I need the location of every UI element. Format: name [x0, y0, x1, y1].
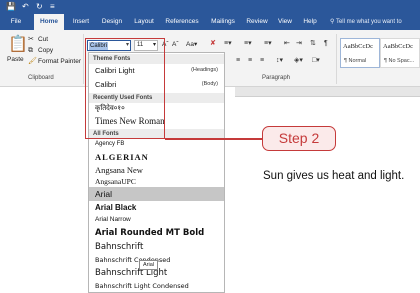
- shrink-font-button[interactable]: Aˇ: [172, 40, 179, 49]
- search-icon: ⚲: [330, 19, 335, 25]
- font-option-bahnschrift-condensed[interactable]: Bahnschrift Condensed: [95, 256, 170, 264]
- format-painter-icon[interactable]: 🖌: [28, 58, 37, 66]
- shading-icon[interactable]: ◈▾: [294, 57, 303, 65]
- font-option-algerian[interactable]: ALGERIAN: [95, 152, 149, 162]
- tab-mailings[interactable]: Mailings: [206, 14, 240, 30]
- font-option-angsana-new[interactable]: Angsana New: [95, 165, 143, 175]
- align-center-icon[interactable]: ≡: [248, 57, 252, 65]
- step-callout: Step 2: [262, 126, 336, 151]
- borders-icon[interactable]: □▾: [312, 57, 320, 65]
- horizontal-ruler: [235, 87, 420, 97]
- paste-button[interactable]: Paste: [7, 55, 24, 64]
- bullets-icon[interactable]: ≡▾: [224, 40, 232, 48]
- align-left-icon[interactable]: ≡: [236, 57, 240, 65]
- tab-file[interactable]: File: [4, 14, 28, 30]
- increase-indent-icon[interactable]: ⇥: [296, 40, 302, 48]
- paste-icon[interactable]: 📋: [8, 37, 28, 53]
- numbering-icon[interactable]: ≡▾: [244, 40, 252, 48]
- style-name: ¶ No Spac...: [384, 58, 415, 64]
- font-option-arial-narrow[interactable]: Arial Narrow: [95, 216, 131, 223]
- font-option-bahnschrift-light-condensed[interactable]: Bahnschrift Light Condensed: [95, 282, 189, 290]
- tell-me-text: Tell me what you want to: [335, 19, 402, 25]
- undo-icon[interactable]: ↶: [22, 2, 29, 12]
- tab-layout[interactable]: Layout: [130, 14, 158, 30]
- cut-button[interactable]: Cut: [38, 35, 48, 44]
- group-divider: [336, 34, 337, 84]
- tab-help[interactable]: Help: [300, 14, 320, 30]
- format-painter-button[interactable]: Format Painter: [38, 57, 81, 66]
- style-preview: AaBbCcDc: [343, 43, 373, 50]
- multilevel-list-icon[interactable]: ≡▾: [264, 40, 272, 48]
- font-option-agency-fb[interactable]: Agency FB: [95, 141, 124, 147]
- decrease-indent-icon[interactable]: ⇤: [284, 40, 290, 48]
- style-normal[interactable]: AaBbCcDc ¶ Normal: [340, 38, 380, 68]
- pilcrow-icon[interactable]: ¶: [324, 40, 328, 48]
- change-case-button[interactable]: Aa▾: [186, 40, 197, 49]
- style-preview: AaBbCcDc: [383, 43, 413, 50]
- font-option-tag: (Body): [201, 81, 218, 87]
- ribbon-tabs: File Home Insert Design Layout Reference…: [0, 14, 420, 30]
- copy-button[interactable]: Copy: [38, 46, 53, 55]
- document-text[interactable]: Sun gives us heat and light.: [263, 170, 404, 182]
- font-option-tag: (Headings): [191, 67, 218, 73]
- font-tooltip: Arial: [139, 260, 159, 270]
- font-option-bahnschrift[interactable]: Bahnschrift: [95, 242, 143, 252]
- clear-formatting-icon[interactable]: ✘: [210, 40, 216, 48]
- redo-icon[interactable]: ↻: [36, 2, 43, 12]
- group-divider: [83, 34, 84, 84]
- tab-design[interactable]: Design: [98, 14, 126, 30]
- tab-insert[interactable]: Insert: [68, 14, 94, 30]
- tab-references[interactable]: References: [162, 14, 202, 30]
- font-option-arial-rounded-mt-bold[interactable]: Arial Rounded MT Bold: [95, 228, 204, 238]
- copy-icon[interactable]: ⧉: [28, 47, 33, 55]
- callout-connector: [165, 138, 262, 140]
- tab-home[interactable]: Home: [34, 14, 64, 30]
- font-option-arial-black[interactable]: Arial Black: [95, 203, 136, 212]
- title-bar: 💾 ↶ ↻ ≡: [0, 0, 420, 14]
- align-right-icon[interactable]: ≡: [260, 57, 264, 65]
- line-spacing-icon[interactable]: ↕▾: [276, 57, 283, 65]
- style-name: ¶ Normal: [344, 58, 367, 64]
- style-no-spacing[interactable]: AaBbCcDc ¶ No Spac...: [380, 38, 420, 68]
- tab-view[interactable]: View: [274, 14, 296, 30]
- sort-icon[interactable]: ⇅: [310, 40, 316, 48]
- paragraph-group-label: Paragraph: [262, 75, 291, 81]
- tab-review[interactable]: Review: [244, 14, 270, 30]
- customize-icon[interactable]: ≡: [50, 2, 55, 12]
- font-option-angsanaupc[interactable]: AngsanaUPC: [95, 177, 136, 186]
- tell-me-search[interactable]: ⚲ Tell me what you want to: [330, 14, 402, 30]
- save-icon[interactable]: 💾: [6, 2, 16, 12]
- font-option-arial[interactable]: Arial: [95, 189, 112, 199]
- clipboard-group-label: Clipboard: [28, 75, 54, 81]
- cut-icon[interactable]: ✂: [28, 36, 34, 44]
- highlight-box: [85, 38, 165, 139]
